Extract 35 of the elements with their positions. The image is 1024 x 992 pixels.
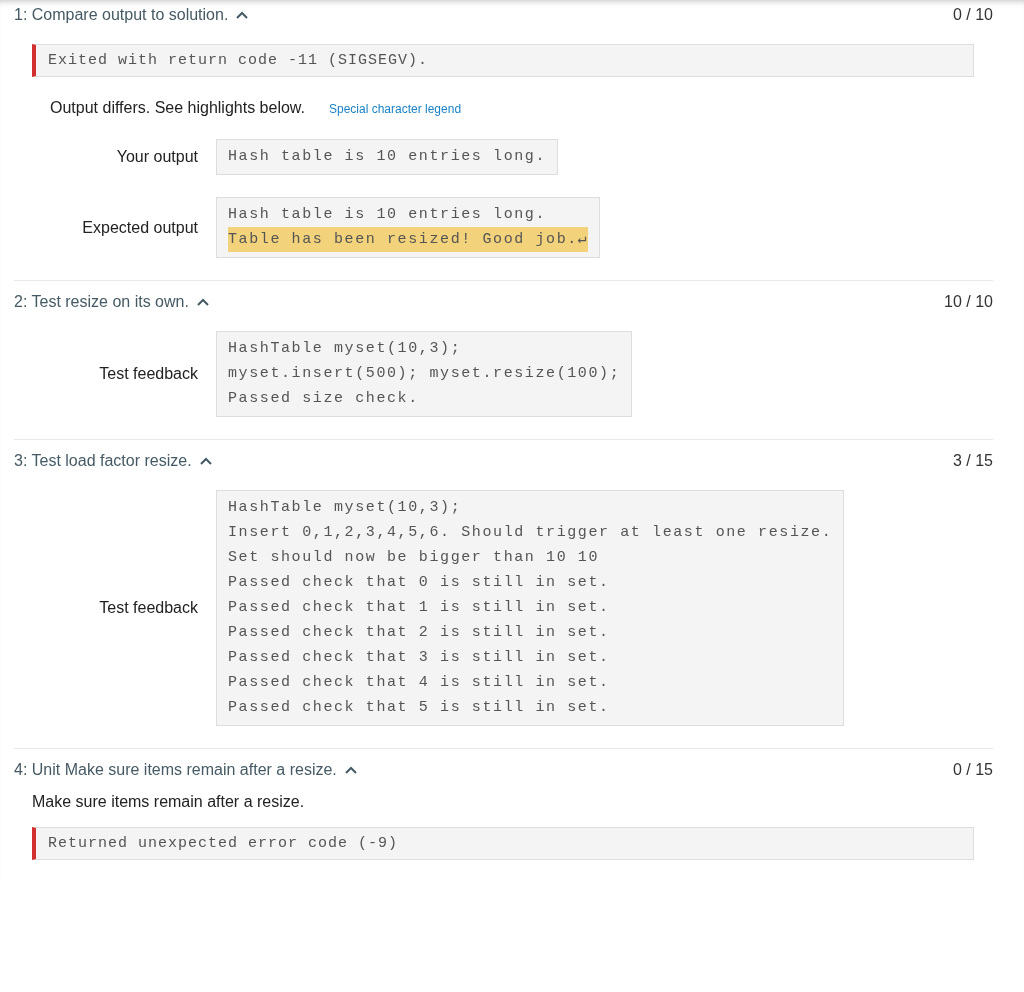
output-line: myset.insert(500); myset.resize(100);	[228, 364, 621, 384]
test-score: 3 / 15	[952, 452, 993, 470]
error-message: Exited with return code -11 (SIGSEGV).	[32, 44, 974, 77]
output-line: Passed check that 1 is still in set.	[228, 598, 611, 618]
output-line: Passed check that 3 is still in set.	[228, 648, 611, 668]
test-score: 10 / 10	[944, 293, 993, 311]
output-line: Passed check that 5 is still in set.	[228, 698, 611, 718]
output-label: Expected output	[81, 218, 198, 237]
test-score: 0 / 10	[952, 6, 993, 24]
chevron-up-icon	[199, 457, 212, 465]
test-title[interactable]: 1: Compare output to solution.	[14, 6, 249, 24]
output-label: Your output	[115, 148, 198, 166]
output-label: Test feedback	[98, 599, 198, 617]
chevron-up-icon	[344, 766, 357, 774]
output-line: Insert 0,1,2,3,4,5,6. Should trigger at least one resize.	[228, 523, 833, 543]
test-score: 0 / 15	[952, 761, 993, 779]
legend-link[interactable]: Special character legend	[329, 102, 462, 116]
output-line: Passed size check.	[228, 389, 420, 409]
output-line: Hash table is 10 entries long.	[228, 205, 548, 225]
error-message: Returned unexpected error code (-9)	[32, 827, 974, 860]
output-line: Passed check that 2 is still in set.	[228, 623, 611, 643]
test-description: Make sure items remain after a resize.	[32, 793, 306, 811]
test-title[interactable]: 3: Test load factor resize.	[14, 452, 212, 470]
chevron-up-icon	[236, 11, 249, 19]
output-line: Set should now be bigger than 10 10	[228, 548, 601, 568]
test-title[interactable]: 4: Unit Make sure items remain after a resize.	[14, 761, 357, 779]
test-title[interactable]: 2: Test resize on its own.	[14, 293, 209, 311]
output-status-text: Output differs. See highlights below.	[50, 99, 305, 117]
chevron-up-icon	[196, 298, 209, 306]
output-line: Passed check that 4 is still in set.	[228, 673, 611, 693]
output-label: Test feedback	[98, 365, 198, 383]
output-line: Hash table is 10 entries long.	[228, 147, 547, 167]
output-line: Passed check that 0 is still in set.	[228, 573, 611, 593]
output-line: HashTable myset(10,3);	[228, 498, 463, 518]
output-line: HashTable myset(10,3);	[228, 339, 463, 359]
